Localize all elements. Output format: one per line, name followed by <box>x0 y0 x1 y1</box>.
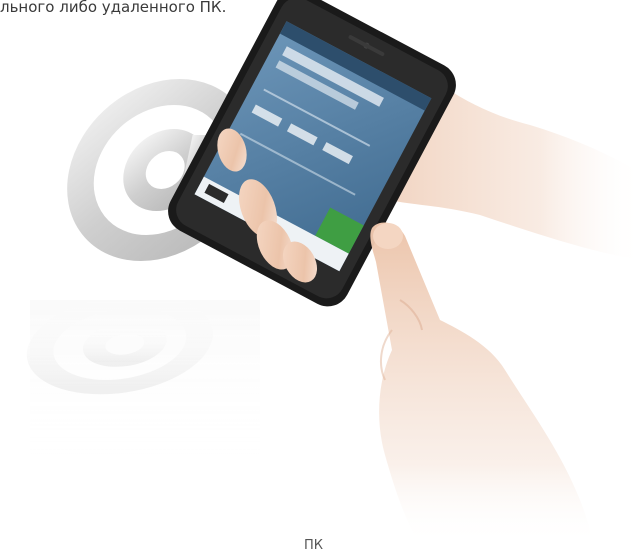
caption-bottom: ПК <box>304 538 324 553</box>
illustration-scene <box>26 0 644 545</box>
pointing-hand <box>370 222 595 545</box>
at-sign-reflection <box>26 294 260 460</box>
